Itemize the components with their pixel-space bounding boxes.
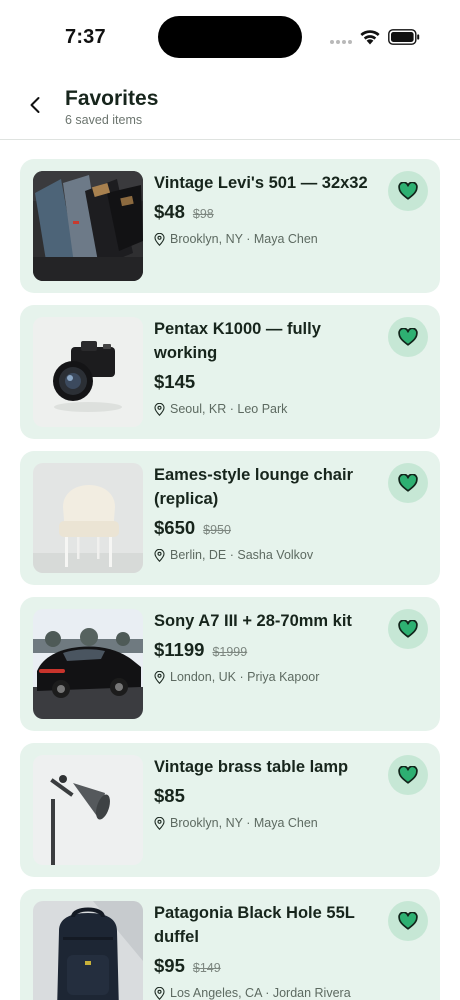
favorite-toggle-button[interactable]	[388, 755, 428, 795]
back-button[interactable]	[22, 90, 48, 120]
price-row: $145	[154, 371, 380, 393]
item-price: $85	[154, 785, 185, 806]
item-price: $48	[154, 201, 185, 222]
status-time: 7:37	[65, 26, 106, 48]
map-pin-icon	[154, 670, 165, 684]
item-info: Vintage brass table lamp $85 Brooklyn, N…	[154, 755, 380, 830]
item-location: Los Angeles, CA · Jordan Rivera	[170, 986, 351, 1000]
heart-icon	[398, 328, 418, 346]
location-row: Brooklyn, NY · Maya Chen	[154, 816, 380, 830]
item-title: Patagonia Black Hole 55L duffel	[154, 904, 355, 946]
item-title: Eames-style lounge chair (replica)	[154, 466, 353, 508]
item-info: Eames-style lounge chair (replica) $650 …	[154, 463, 380, 562]
map-pin-icon	[154, 402, 165, 416]
location-row: Los Angeles, CA · Jordan Rivera	[154, 986, 380, 1000]
favorite-card[interactable]: Eames-style lounge chair (replica) $650 …	[20, 451, 440, 585]
item-info: Patagonia Black Hole 55L duffel $95 $149…	[154, 901, 380, 1000]
favorite-card[interactable]: Pentax K1000 — fully working $145 Seoul,…	[20, 305, 440, 439]
item-price: $650	[154, 517, 196, 538]
item-info: Pentax K1000 — fully working $145 Seoul,…	[154, 317, 380, 416]
status-bar: 7:37	[0, 0, 460, 76]
item-location: Seoul, KR · Leo Park	[170, 402, 288, 416]
favorite-card[interactable]: Sony A7 III + 28-70mm kit $1199 $1999 Lo…	[20, 597, 440, 731]
item-location: Brooklyn, NY · Maya Chen	[170, 232, 318, 246]
item-old-price: $950	[203, 523, 231, 537]
item-info: Sony A7 III + 28-70mm kit $1199 $1999 Lo…	[154, 609, 380, 684]
item-price: $95	[154, 955, 185, 976]
heart-icon	[398, 474, 418, 492]
price-row: $650 $950	[154, 517, 380, 539]
camera-photo	[33, 317, 143, 427]
favorite-card[interactable]: Vintage Levi's 501 — 32x32 $48 $98 Brook…	[20, 159, 440, 293]
location-row: London, UK · Priya Kapoor	[154, 670, 380, 684]
location-row: Seoul, KR · Leo Park	[154, 402, 380, 416]
favorite-toggle-button[interactable]	[388, 901, 428, 941]
map-pin-icon	[154, 816, 165, 830]
favorite-card[interactable]: Patagonia Black Hole 55L duffel $95 $149…	[20, 889, 440, 1000]
item-old-price: $149	[192, 961, 221, 975]
location-row: Brooklyn, NY · Maya Chen	[154, 232, 380, 246]
item-price: $1199	[154, 639, 205, 660]
signal-icon	[330, 40, 352, 44]
map-pin-icon	[154, 986, 165, 1000]
dynamic-island	[158, 16, 302, 58]
heart-icon	[398, 182, 418, 200]
wifi-icon	[360, 30, 380, 45]
item-info: Vintage Levi's 501 — 32x32 $48 $98 Brook…	[154, 171, 380, 246]
car-photo	[33, 609, 143, 719]
heart-icon	[398, 912, 418, 930]
jeans-photo	[33, 171, 143, 281]
price-row: $1199 $1999	[154, 639, 380, 661]
price-row: $85	[154, 785, 380, 807]
item-location: Berlin, DE · Sasha Volkov	[170, 548, 314, 562]
favorite-toggle-button[interactable]	[388, 317, 428, 357]
item-title: Pentax K1000 — fully working	[154, 320, 321, 362]
favorite-card[interactable]: Vintage brass table lamp $85 Brooklyn, N…	[20, 743, 440, 877]
favorite-toggle-button[interactable]	[388, 609, 428, 649]
item-price: $145	[154, 371, 196, 392]
battery-icon	[388, 29, 420, 45]
item-title: Sony A7 III + 28-70mm kit	[154, 612, 352, 630]
page-title: Favorites	[65, 87, 159, 110]
item-old-price: $1999	[212, 645, 248, 659]
map-pin-icon	[154, 548, 165, 562]
item-old-price: $98	[192, 207, 214, 221]
location-row: Berlin, DE · Sasha Volkov	[154, 548, 380, 562]
heart-icon	[398, 620, 418, 638]
map-pin-icon	[154, 232, 165, 246]
chevron-left-icon	[30, 97, 40, 113]
favorite-toggle-button[interactable]	[388, 171, 428, 211]
favorite-toggle-button[interactable]	[388, 463, 428, 503]
price-row: $48 $98	[154, 201, 380, 223]
item-title: Vintage brass table lamp	[154, 758, 349, 776]
price-row: $95 $149	[154, 955, 380, 977]
backpack-photo	[33, 901, 143, 1000]
lamp-photo	[33, 755, 143, 865]
header: Favorites 6 saved items	[0, 76, 460, 140]
heart-icon	[398, 766, 418, 784]
item-location: Brooklyn, NY · Maya Chen	[170, 816, 318, 830]
item-title: Vintage Levi's 501 — 32x32	[154, 174, 368, 192]
page-subtitle: 6 saved items	[65, 113, 143, 127]
chair-photo	[33, 463, 143, 573]
item-location: London, UK · Priya Kapoor	[170, 670, 320, 684]
